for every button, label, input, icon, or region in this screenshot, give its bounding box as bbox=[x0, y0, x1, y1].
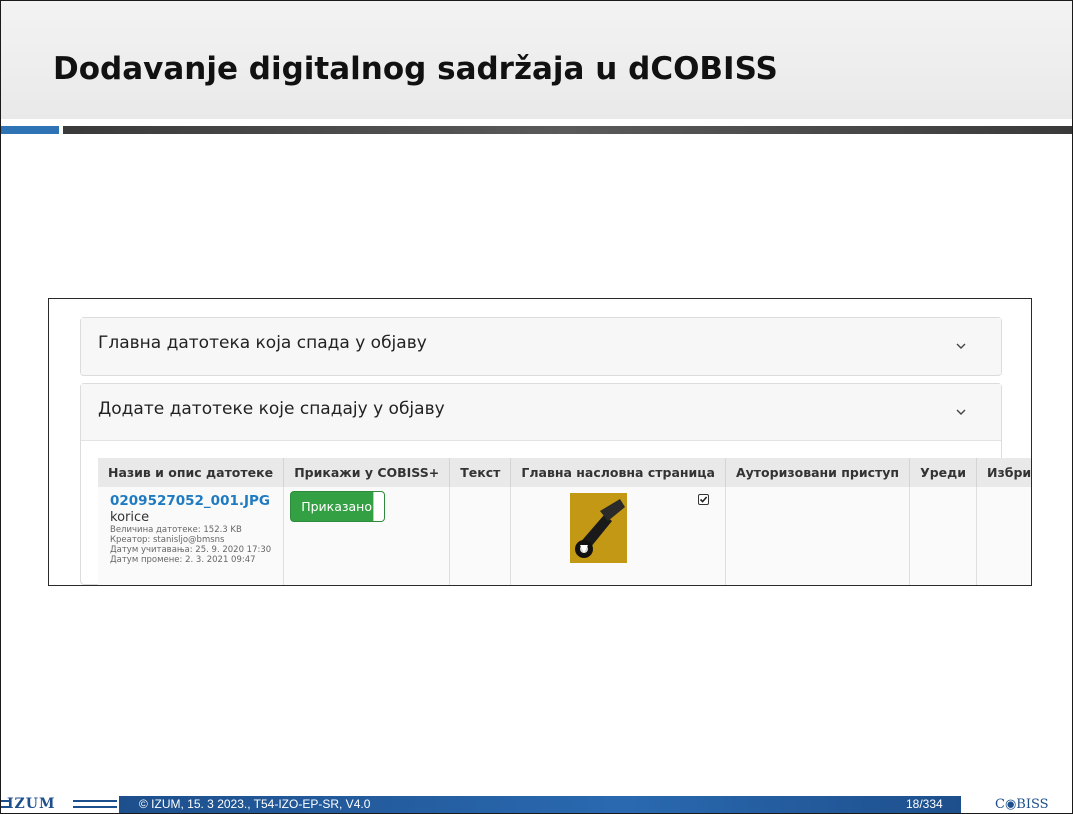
izum-logo: IZUM bbox=[7, 796, 56, 812]
cobiss-logo: C◉BISS bbox=[995, 797, 1049, 812]
column-header-main-title-page: Главна насловна страница bbox=[510, 458, 726, 487]
main-file-panel[interactable]: Главна датотека која спада у објаву bbox=[80, 317, 1002, 376]
added-files-panel: Додате датотеке које спадају у објаву На… bbox=[80, 383, 1031, 585]
page-number: 18/334 bbox=[906, 797, 943, 811]
file-creator: Креатор: stanisljo@bmsns bbox=[110, 535, 225, 545]
title-bar: Dodavanje digitalnog sadržaja u dCOBISS bbox=[1, 1, 1072, 119]
slide-title: Dodavanje digitalnog sadržaja u dCOBISS bbox=[53, 51, 778, 87]
izum-logo-line bbox=[73, 806, 117, 808]
title-rule bbox=[63, 126, 1072, 134]
show-cell: Приказано bbox=[283, 487, 451, 585]
column-header-delete: Избриши bbox=[976, 458, 1031, 487]
main-file-panel-title: Главна датотека која спада у објаву bbox=[98, 333, 427, 353]
added-files-panel-title: Додате датотеке које спадају у објаву bbox=[98, 399, 445, 419]
chevron-down-icon[interactable] bbox=[951, 336, 971, 356]
text-cell bbox=[449, 487, 512, 585]
table-row: 0209527052_001.JPG korice Величина датот… bbox=[98, 487, 1031, 585]
slide: Dodavanje digitalnog sadržaja u dCOBISS … bbox=[0, 0, 1073, 814]
table-header-row: Назив и опис датотеке Прикажи у COBISS+ … bbox=[98, 458, 1031, 487]
edit-cell bbox=[909, 487, 977, 585]
column-header-edit: Уреди bbox=[909, 458, 977, 487]
column-header-name: Назив и опис датотеке bbox=[98, 458, 285, 487]
footer-copyright: © IZUM, 15. 3 2023., T54-IZO-EP-SR, V4.0 bbox=[139, 797, 371, 811]
show-toggle[interactable]: Приказано bbox=[290, 491, 386, 522]
chevron-down-icon[interactable] bbox=[951, 402, 971, 422]
column-header-text: Текст bbox=[449, 458, 512, 487]
column-header-authorized-access: Ауторизовани приступ bbox=[725, 458, 911, 487]
file-uploaded-date: Датум учитавања: 25. 9. 2020 17:30 bbox=[110, 545, 272, 555]
main-title-page-cell bbox=[510, 487, 726, 585]
file-description: korice bbox=[110, 510, 150, 525]
footer: IZUM © IZUM, 15. 3 2023., T54-IZO-EP-SR,… bbox=[1, 796, 1072, 813]
file-size: Величина датотеке: 152.3 KB bbox=[110, 525, 242, 535]
show-toggle-label: Приказано bbox=[301, 499, 372, 514]
toggle-knob bbox=[373, 492, 385, 521]
cover-thumbnail bbox=[570, 493, 628, 563]
main-file-panel-header[interactable]: Главна датотека која спада у објаву bbox=[81, 318, 1001, 374]
files-table: Назив и опис датотеке Прикажи у COBISS+ … bbox=[98, 458, 1031, 585]
column-header-show: Прикажи у COBISS+ bbox=[283, 458, 451, 487]
checkbox-checked-icon[interactable] bbox=[698, 494, 710, 505]
added-files-panel-header[interactable]: Додате датотеке које спадају у објаву bbox=[81, 384, 1001, 441]
title-rule-accent bbox=[1, 126, 59, 134]
file-name-cell: 0209527052_001.JPG korice Величина датот… bbox=[98, 487, 285, 585]
embedded-screenshot: Главна датотека која спада у објаву Дода… bbox=[48, 298, 1032, 586]
izum-logo-line bbox=[73, 800, 117, 802]
file-link[interactable]: 0209527052_001.JPG bbox=[110, 493, 271, 509]
file-modified-date: Датум промене: 2. 3. 2021 09:47 bbox=[110, 555, 256, 565]
authorized-access-cell bbox=[725, 487, 911, 585]
delete-cell bbox=[976, 487, 1031, 585]
